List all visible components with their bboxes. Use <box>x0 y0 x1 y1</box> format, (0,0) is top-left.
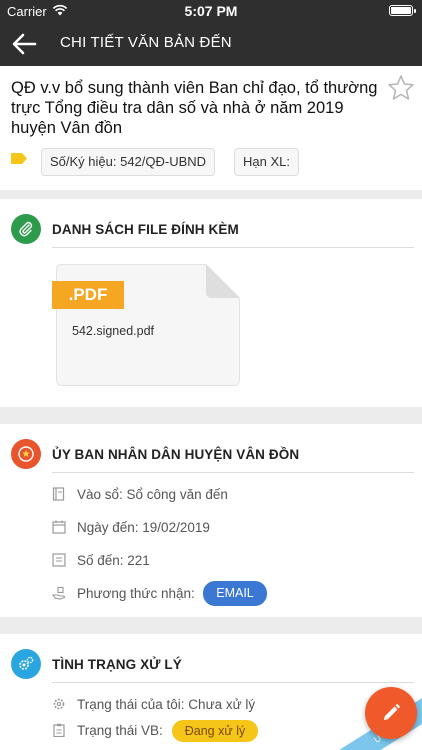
email-badge: EMAIL <box>203 581 267 606</box>
divider <box>52 682 414 683</box>
clipboard-icon <box>53 723 65 737</box>
date-row: Ngày đến: 19/02/2019 <box>77 520 210 535</box>
doc-status-badge: Đang xử lý <box>172 720 258 742</box>
sender-title: ỦY BAN NHÂN DÂN HUYỆN VÂN ĐỒN <box>52 447 300 462</box>
app-header: Carrier 5:07 PM CHI TIẾT VĂN BẢN ĐẾN <box>0 0 422 66</box>
symbol-chip: Số/Ký hiệu: 542/QĐ-UBND <box>41 148 216 176</box>
star-outline-icon[interactable] <box>386 73 416 103</box>
back-button[interactable] <box>8 28 40 60</box>
method-label: Phương thức nhận: <box>77 586 195 601</box>
status-bar: Carrier 5:07 PM <box>0 0 422 22</box>
book-row: Vào sổ: Sổ công văn đến <box>77 487 228 502</box>
hand-icon <box>52 586 66 600</box>
emblem-icon <box>11 439 41 469</box>
processing-title: TÌNH TRẠNG XỬ LÝ <box>52 657 182 672</box>
file-name[interactable]: 542.signed.pdf <box>72 324 154 338</box>
divider <box>52 472 414 473</box>
status-time: 5:07 PM <box>184 3 238 19</box>
book-icon <box>52 487 65 501</box>
gears-icon <box>11 649 41 679</box>
pencil-icon <box>384 704 400 720</box>
tag-icon <box>11 153 27 164</box>
file-type-badge: .PDF <box>52 281 124 309</box>
doc-status-label: Trạng thái VB: <box>77 723 163 738</box>
paperclip-icon <box>11 214 41 244</box>
calendar-icon <box>52 520 66 534</box>
edit-button[interactable] <box>365 687 417 739</box>
number-icon <box>52 553 66 567</box>
battery-icon <box>389 5 416 16</box>
arrow-left-icon <box>12 33 37 55</box>
number-row: Số đến: 221 <box>77 553 150 568</box>
my-status-row: Trạng thái của tôi: Chưa xử lý <box>77 697 256 712</box>
document-title: QĐ v.v bổ sung thành viên Ban chỉ đạo, t… <box>11 79 378 137</box>
deadline-chip: Hạn XL: <box>234 148 299 176</box>
gear-icon <box>53 698 65 710</box>
divider <box>52 247 414 248</box>
attachments-title: DANH SÁCH FILE ĐÍNH KÈM <box>52 222 239 237</box>
page-title: CHI TIẾT VĂN BẢN ĐẾN <box>60 34 232 51</box>
